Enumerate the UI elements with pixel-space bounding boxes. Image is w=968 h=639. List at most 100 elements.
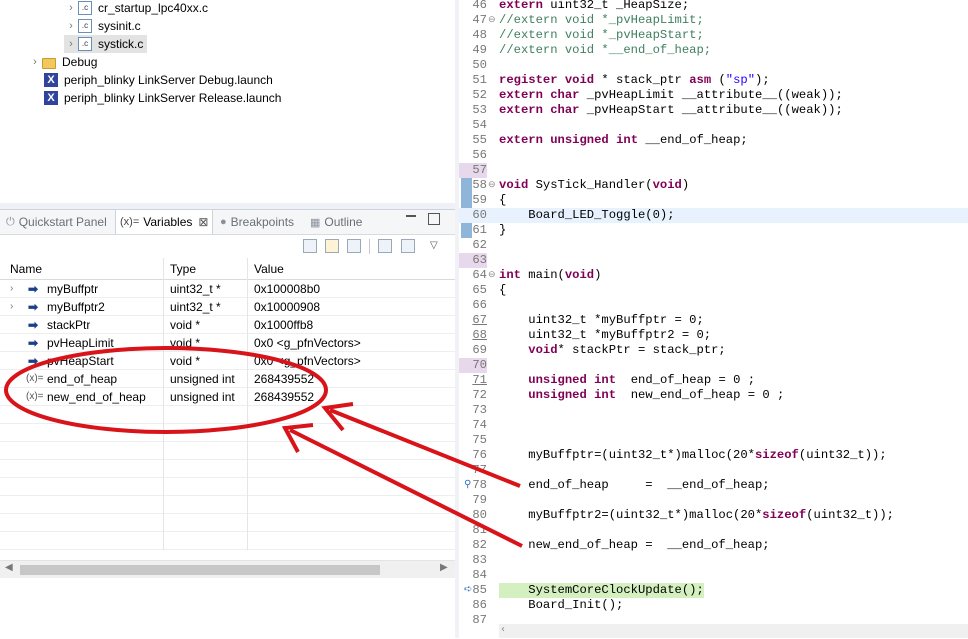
variable-value[interactable]: 268439552 — [254, 370, 314, 388]
breakpoint-icon[interactable]: ⚲ — [464, 478, 471, 493]
tree-item-cr-startup[interactable]: › .c cr_startup_lpc40xx.c — [64, 0, 208, 17]
variable-value[interactable]: 0x10000908 — [254, 298, 320, 316]
code-line[interactable]: 49 //extern void *__end_of_heap; — [459, 43, 968, 58]
maximize-icon[interactable] — [428, 213, 440, 225]
column-divider[interactable] — [247, 258, 248, 280]
scrollbar-thumb[interactable] — [20, 565, 380, 575]
variable-type: void * — [170, 336, 201, 350]
code-line[interactable]: 75 — [459, 433, 968, 448]
fold-toggle-icon[interactable]: ⊖ — [488, 178, 496, 193]
tab-variables[interactable]: (x)= Variables ⊠ — [115, 210, 214, 234]
remove-global-variables-icon[interactable] — [347, 239, 361, 253]
column-header-type[interactable]: Type — [170, 258, 196, 280]
code-line[interactable]: 57 — [459, 163, 968, 178]
code-line[interactable]: 78 ⚲ end_of_heap = __end_of_heap; — [459, 478, 968, 493]
fold-toggle-icon[interactable]: ⊖ — [488, 13, 496, 28]
scroll-left-icon[interactable]: ‹ — [501, 624, 505, 635]
fold-toggle-icon[interactable]: ⊖ — [488, 268, 496, 283]
code-line[interactable]: 80 myBuffptr2=(uint32_t*)malloc(20*sizeo… — [459, 508, 968, 523]
tree-item-debug-folder[interactable]: › Debug — [28, 53, 97, 71]
code-line[interactable]: 46 extern uint32_t _HeapSize; — [459, 0, 968, 13]
tab-outline[interactable]: ▦ Outline — [310, 210, 362, 234]
editor-horizontal-scrollbar[interactable]: ‹ — [499, 624, 968, 638]
expand-arrow-icon[interactable]: › — [10, 298, 13, 316]
code-line[interactable]: 59 { — [459, 193, 968, 208]
tab-quickstart-panel[interactable]: ⏻ Quickstart Panel — [6, 210, 107, 234]
scroll-right-icon[interactable]: ▶ — [440, 562, 448, 573]
table-row[interactable]: › ➡ myBuffptr2 uint32_t * 0x10000908 — [0, 298, 455, 316]
code-line[interactable]: 81 — [459, 523, 968, 538]
close-icon[interactable]: ⊠ — [198, 215, 208, 229]
instruction-pointer-icon[interactable]: ➪ — [464, 583, 472, 598]
variable-value[interactable]: 268439552 — [254, 388, 314, 406]
code-line[interactable]: 62 — [459, 238, 968, 253]
code-line[interactable]: 67 uint32_t *myBuffptr = 0; — [459, 313, 968, 328]
table-row[interactable]: ➡ pvHeapLimit void * 0x0 <g_pfnVectors> — [0, 334, 455, 352]
code-line[interactable]: 77 — [459, 463, 968, 478]
expand-arrow-icon[interactable]: › — [64, 2, 78, 14]
minimize-icon[interactable] — [406, 215, 416, 217]
code-line[interactable]: 64 ⊖ int main(void) — [459, 268, 968, 283]
code-line[interactable]: 76 myBuffptr=(uint32_t*)malloc(20*sizeof… — [459, 448, 968, 463]
table-row[interactable]: ➡ stackPtr void * 0x1000ffb8 — [0, 316, 455, 334]
code-text: extern char _pvHeapLimit __attribute__((… — [499, 88, 843, 102]
code-line[interactable]: 69 void* stackPtr = stack_ptr; — [459, 343, 968, 358]
code-line[interactable]: 82 new_end_of_heap = __end_of_heap; — [459, 538, 968, 553]
tree-item-debug-launch[interactable]: X periph_blinky LinkServer Debug.launch — [44, 71, 273, 89]
tree-item-systick[interactable]: › .c systick.c — [64, 35, 148, 53]
variable-value[interactable]: 0x0 <g_pfnVectors> — [254, 352, 361, 370]
horizontal-scrollbar[interactable]: ◀ ▶ — [0, 560, 455, 578]
code-line[interactable]: 55 extern unsigned int __end_of_heap; — [459, 133, 968, 148]
code-line[interactable]: 83 — [459, 553, 968, 568]
code-line[interactable]: 66 — [459, 298, 968, 313]
code-line[interactable]: 54 — [459, 118, 968, 133]
column-header-value[interactable]: Value — [254, 258, 284, 280]
scroll-left-icon[interactable]: ◀ — [5, 562, 13, 573]
code-line[interactable]: 56 — [459, 148, 968, 163]
code-line[interactable]: 73 — [459, 403, 968, 418]
tree-item-sysinit[interactable]: › .c sysinit.c — [64, 17, 141, 35]
code-line[interactable]: 52 extern char _pvHeapLimit __attribute__… — [459, 88, 968, 103]
expand-arrow-icon[interactable]: › — [64, 20, 78, 32]
code-line[interactable]: 63 — [459, 253, 968, 268]
code-line[interactable]: 50 — [459, 58, 968, 73]
variable-value[interactable]: 0x0 <g_pfnVectors> — [254, 334, 361, 352]
expand-arrow-icon[interactable]: › — [28, 56, 42, 68]
expand-arrow-icon[interactable]: › — [10, 280, 13, 298]
code-line[interactable]: 79 — [459, 493, 968, 508]
code-line[interactable]: 70 — [459, 358, 968, 373]
table-row[interactable]: › ➡ myBuffptr uint32_t * 0x100008b0 — [0, 280, 455, 298]
code-line[interactable]: 61} — [459, 223, 968, 238]
code-line[interactable]: 68 uint32_t *myBuffptr2 = 0; — [459, 328, 968, 343]
code-line[interactable]: 53 extern char _pvHeapStart __attribute__… — [459, 103, 968, 118]
code-line[interactable]: 74 — [459, 418, 968, 433]
code-line[interactable]: 47 ⊖//extern void *_pvHeapLimit; — [459, 13, 968, 28]
code-line[interactable]: 84 — [459, 568, 968, 583]
code-line[interactable]: 71 unsigned int end_of_heap = 0 ; — [459, 373, 968, 388]
table-row[interactable]: (x)= end_of_heap unsigned int 268439552 — [0, 370, 455, 388]
collapse-all-icon[interactable] — [401, 239, 415, 253]
code-line[interactable]: 51 register void * stack_ptr asm ("sp"); — [459, 73, 968, 88]
table-row[interactable]: (x)= new_end_of_heap unsigned int 268439… — [0, 388, 455, 406]
line-number: 66 — [472, 298, 487, 312]
code-line[interactable]: 85 ➪ SystemCoreClockUpdate(); — [459, 583, 968, 598]
code-line[interactable]: 48 //extern void *_pvHeapStart; — [459, 28, 968, 43]
add-global-variables-icon[interactable] — [325, 239, 339, 253]
table-row[interactable]: ➡ pvHeapStart void * 0x0 <g_pfnVectors> — [0, 352, 455, 370]
code-line[interactable]: 65 { — [459, 283, 968, 298]
code-line[interactable]: 58 ⊖ void SysTick_Handler(void) — [459, 178, 968, 193]
variable-value[interactable]: 0x1000ffb8 — [254, 316, 313, 334]
new-expression-icon[interactable] — [378, 239, 392, 253]
tab-breakpoints[interactable]: ● Breakpoints — [220, 210, 294, 234]
tree-item-release-launch[interactable]: X periph_blinky LinkServer Release.launc… — [44, 89, 281, 107]
code-line[interactable]: 86 Board_Init(); — [459, 598, 968, 613]
expand-arrow-icon[interactable]: › — [64, 38, 78, 50]
code-line[interactable]: 72 unsigned int new_end_of_heap = 0 ; — [459, 388, 968, 403]
column-divider[interactable] — [163, 258, 164, 280]
view-menu-chevron-down-icon[interactable]: ▽ — [430, 240, 438, 251]
show-type-names-icon[interactable] — [303, 239, 317, 253]
column-header-name[interactable]: Name — [10, 258, 42, 280]
code-editor[interactable]: 46 extern uint32_t _HeapSize; 47 ⊖//extern … — [459, 0, 968, 638]
code-line[interactable]: 60 Board_LED_Toggle(0); — [459, 208, 968, 223]
variable-value[interactable]: 0x100008b0 — [254, 280, 320, 298]
